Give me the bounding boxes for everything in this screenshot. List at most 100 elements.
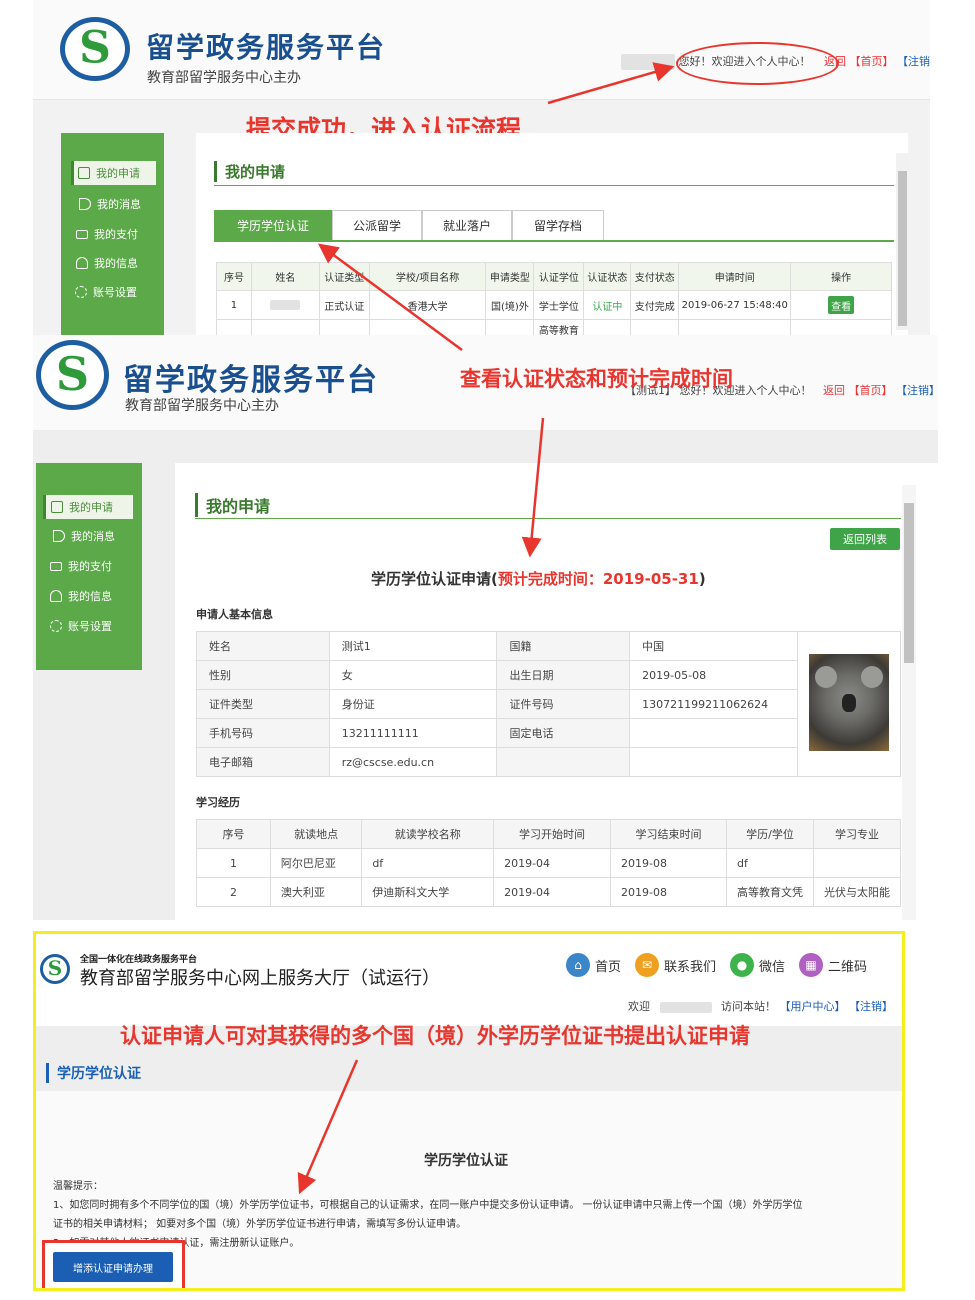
- info-row: 电子邮箱 rz@cscse.edu.cn: [196, 747, 901, 777]
- logo-s-icon: S: [55, 346, 90, 401]
- application-heading: 学历学位认证申请(预计完成时间：2019-05-31): [371, 570, 706, 588]
- col-header-pay-status: 支付状态: [630, 262, 680, 291]
- brand-title: 留学政务服务平台: [123, 363, 379, 398]
- section-title: 我的申请: [195, 493, 270, 517]
- gear-icon: [75, 286, 87, 298]
- user-icon: [76, 257, 88, 269]
- application-tabs: 学历学位认证 公派留学 就业落户 留学存档: [214, 210, 604, 240]
- logout-link[interactable]: 【注销】: [849, 1000, 893, 1013]
- nav-wechat[interactable]: ● 微信: [730, 953, 785, 977]
- small-logo[interactable]: S: [40, 954, 70, 984]
- add-application-button[interactable]: 增添认证申请办理: [53, 1252, 173, 1282]
- sidebar-item-my-info[interactable]: 我的信息: [76, 254, 138, 272]
- applicant-photo: [809, 654, 890, 751]
- document-icon: [51, 501, 63, 513]
- blurred-name: [270, 299, 301, 310]
- panel-online-hall: S 全国一体化在线政务服务平台 教育部留学服务中心网上服务大厅（试运行） ⌂ 首页…: [33, 931, 905, 1291]
- mail-icon: ✉: [635, 953, 660, 977]
- welcome-bar: 欢迎 访问本站！ 【用户中心】 【注销】: [628, 1000, 893, 1013]
- speaker-icon: [79, 198, 91, 210]
- info-row: 手机号码 13211111111 固定电话: [196, 718, 901, 748]
- sidebar-item-my-messages[interactable]: 我的消息: [53, 527, 115, 545]
- back-to-list-button[interactable]: 返回列表: [830, 528, 900, 550]
- nav-qrcode[interactable]: ▦ 二维码: [799, 953, 867, 977]
- top-nav: ⌂ 首页 ✉ 联系我们 ● 微信 ▦ 二维码: [566, 953, 867, 977]
- view-button[interactable]: 查看: [828, 296, 855, 314]
- annotation-check-status: 查看认证状态和预计完成时间: [460, 367, 733, 391]
- status-cell: 认证中: [583, 290, 632, 320]
- section-title: 学历学位认证: [46, 1063, 141, 1083]
- col-header-cert-type: 认证类型: [318, 262, 370, 291]
- scrollbar[interactable]: [896, 153, 909, 330]
- sidebar-item-my-payments[interactable]: 我的支付: [50, 557, 112, 575]
- table-row: 1 正式认证 香港大学 国(境)外 学士学位 认证中 支付完成 2019-06-…: [216, 290, 892, 320]
- table-row: 1 阿尔巴尼亚 df 2019-04 2019-08 df: [196, 848, 902, 878]
- sidebar-item-account-settings[interactable]: 账号设置: [50, 617, 112, 635]
- tip-title: 温馨提示：: [53, 1181, 103, 1192]
- estimated-completion: 预计完成时间：2019-05-31: [497, 570, 699, 588]
- sidebar-item-my-payments[interactable]: 我的支付: [76, 225, 138, 243]
- tab-public-study-abroad[interactable]: 公派留学: [332, 210, 422, 240]
- speaker-icon: [53, 530, 65, 542]
- sidebar: 我的申请 我的消息 我的支付 我的信息 账号设置: [36, 463, 142, 670]
- platform-logo[interactable]: S: [60, 17, 130, 81]
- scrollbar[interactable]: [902, 485, 916, 920]
- blurred-username: [659, 1001, 712, 1013]
- col-header-time: 申请时间: [678, 262, 792, 291]
- scrollbar-thumb[interactable]: [904, 503, 914, 663]
- greeting-highlight-ellipse: [676, 42, 839, 85]
- tab-underline: [214, 240, 894, 242]
- card-icon: [50, 561, 62, 571]
- basic-info-title: 申请人基本信息: [196, 608, 273, 621]
- qrcode-icon: ▦: [799, 953, 824, 977]
- main-content: 我的申请 学历学位认证 公派留学 就业落户 留学存档 序号 姓名 认证类型 学校…: [196, 133, 909, 335]
- col-header-degree: 认证学位: [533, 262, 585, 291]
- section-title: 我的申请: [214, 161, 285, 182]
- col-header-name: 姓名: [250, 262, 320, 291]
- sidebar: 我的申请 我的消息 我的支付 我的信息 账号设置: [61, 133, 164, 335]
- logout-link[interactable]: 【注销】: [897, 55, 930, 68]
- sidebar-item-account-settings[interactable]: 账号设置: [75, 283, 137, 301]
- col-header-no: 序号: [216, 262, 252, 291]
- info-row: 姓名 测试1 国籍 中国: [196, 631, 901, 777]
- info-row: 性别 女 出生日期 2019-05-08: [196, 660, 901, 690]
- document-icon: [78, 167, 90, 179]
- scrollbar-thumb[interactable]: [898, 171, 907, 326]
- user-icon: [50, 590, 62, 602]
- nav-contact[interactable]: ✉ 联系我们: [635, 953, 716, 977]
- sidebar-item-my-applications[interactable]: 我的申请: [71, 161, 156, 185]
- logo-s-icon: S: [47, 955, 63, 980]
- back-link[interactable]: 返回: [823, 384, 845, 397]
- col-header-action: 操作: [790, 262, 892, 291]
- table-row: 高等教育: [216, 319, 892, 335]
- sidebar-item-my-messages[interactable]: 我的消息: [79, 195, 141, 213]
- card-icon: [76, 229, 88, 239]
- sidebar-item-my-info[interactable]: 我的信息: [50, 587, 112, 605]
- home-link[interactable]: 【首页】: [849, 384, 893, 397]
- col-header-school: 学校/项目名称: [368, 262, 487, 291]
- application-table: 序号 姓名 认证类型 学校/项目名称 申请类型 认证学位 认证状态 支付状态 申…: [216, 262, 892, 335]
- annotation-multi-apply: 认证申请人可对其获得的多个国（境）外学历学位证书提出认证申请: [120, 1024, 750, 1048]
- tip-1-continued: 证书的相关申请材料； 如要对多个国（境）外学历学位证书进行申请，需填写多份认证申…: [53, 1219, 467, 1230]
- home-icon: ⌂: [566, 953, 590, 977]
- study-history-title: 学习经历: [196, 796, 240, 809]
- nav-home[interactable]: ⌂ 首页: [566, 953, 621, 977]
- study-history-table: 序号 就读地点 就读学校名称 学习开始时间 学习结束时间 学历/学位 学习专业 …: [196, 819, 902, 907]
- table-row: 2 澳大利亚 伊迪斯科文大学 2019-04 2019-08 高等教育文凭 光伏…: [196, 877, 902, 907]
- basic-info-table: 姓名 测试1 国籍 中国 性别 女 出生日期 2019-05-08 证件类型 身…: [196, 631, 901, 777]
- logout-link[interactable]: 【注销】: [896, 384, 938, 397]
- info-row: 证件类型 身份证 证件号码 130721199211062624: [196, 689, 901, 719]
- col-header-status: 认证状态: [583, 262, 632, 291]
- col-header-apply-type: 申请类型: [485, 262, 535, 291]
- sidebar-item-my-applications[interactable]: 我的申请: [43, 495, 133, 519]
- table-header-row: 序号 姓名 认证类型 学校/项目名称 申请类型 认证学位 认证状态 支付状态 申…: [216, 262, 892, 291]
- platform-logo[interactable]: S: [36, 340, 109, 410]
- tab-degree-certification[interactable]: 学历学位认证: [214, 210, 332, 240]
- user-center-link[interactable]: 【用户中心】: [780, 1000, 846, 1013]
- tab-study-archive[interactable]: 留学存档: [512, 210, 604, 240]
- brand-subtitle: 教育部留学服务中心主办: [147, 70, 301, 86]
- home-link[interactable]: 【首页】: [850, 55, 894, 68]
- content-title: 学历学位认证: [424, 1153, 508, 1169]
- tab-employment-settlement[interactable]: 就业落户: [422, 210, 512, 240]
- panel-application-detail: S 留学政务服务平台 教育部留学服务中心主办 【测试1】 您好！欢迎进入个人中心…: [33, 335, 938, 920]
